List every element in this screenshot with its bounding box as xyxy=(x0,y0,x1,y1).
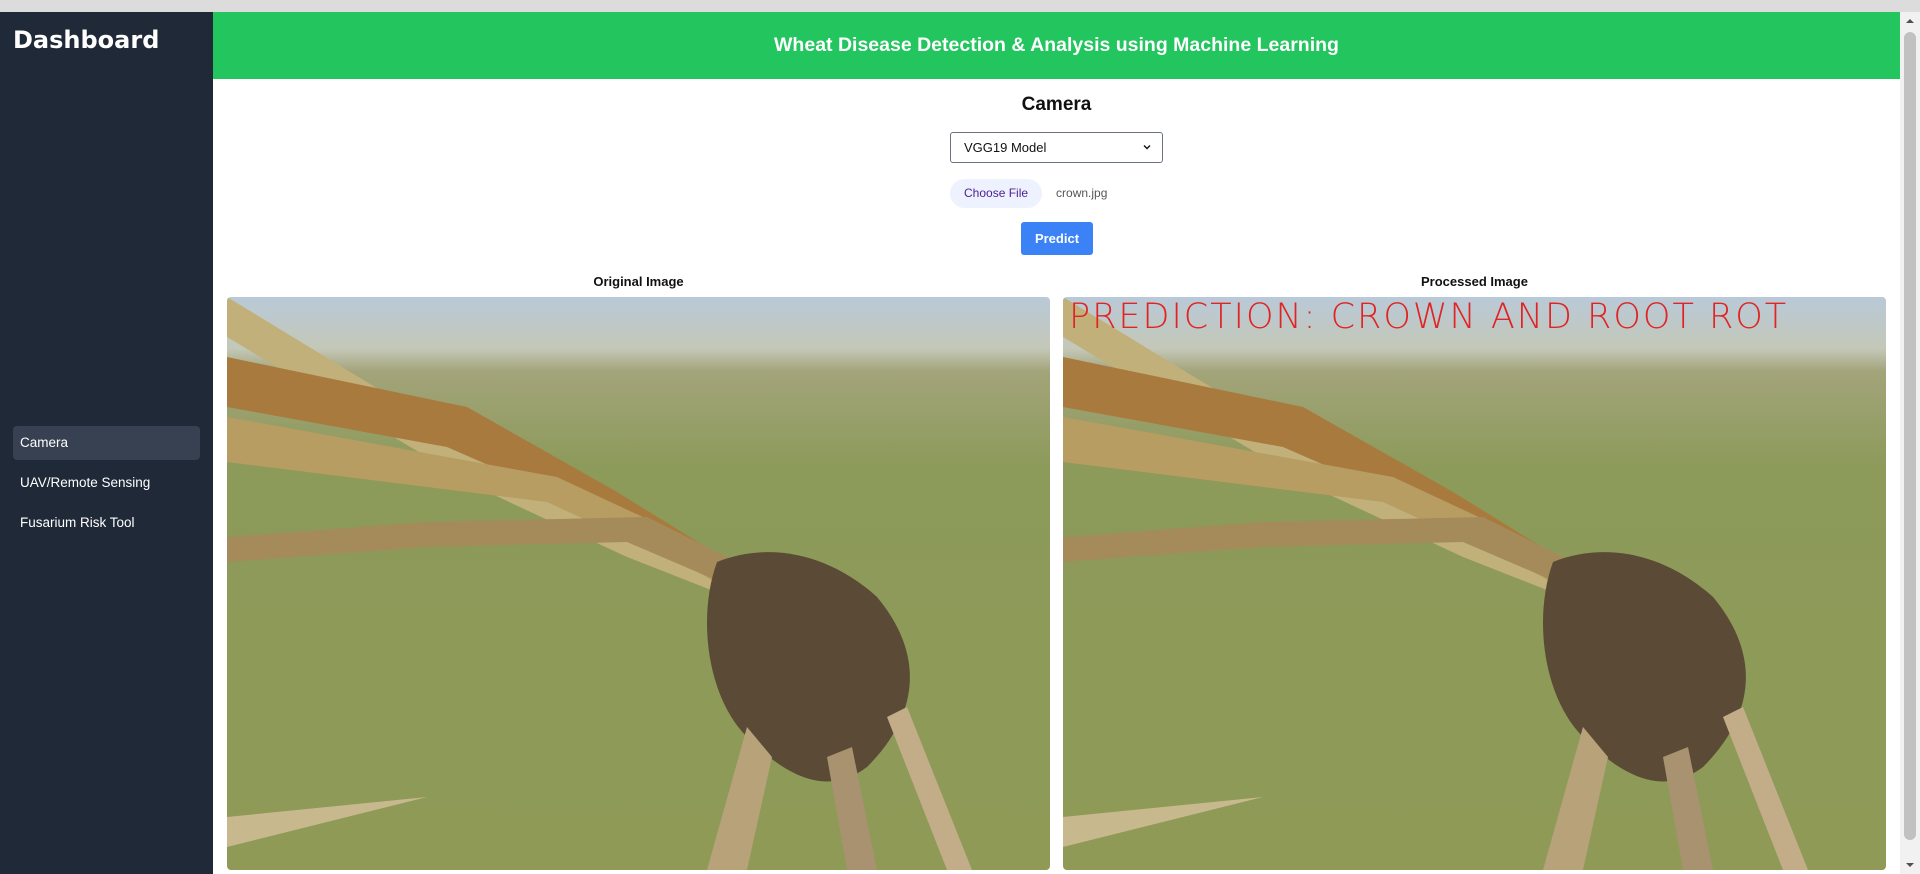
processed-image: PREDICTION: CROWN AND ROOT ROT xyxy=(1063,297,1886,870)
page-title: Camera xyxy=(1021,94,1092,115)
scroll-down-arrow-icon[interactable] xyxy=(1905,860,1915,870)
wheat-crown-photo-processed xyxy=(1063,297,1886,870)
predict-button[interactable]: Predict xyxy=(1021,222,1093,255)
sidebar-item-fusarium-risk-tool[interactable]: Fusarium Risk Tool xyxy=(13,506,200,540)
sidebar: Dashboard Camera UAV/Remote Sensing Fusa… xyxy=(0,12,213,874)
brand-title: Dashboard xyxy=(13,26,160,54)
prediction-overlay-text: PREDICTION: CROWN AND ROOT ROT xyxy=(1069,297,1789,337)
chevron-down-icon xyxy=(1143,145,1151,150)
wheat-crown-photo xyxy=(227,297,1050,870)
choose-file-button[interactable]: Choose File xyxy=(950,178,1043,208)
scrollbar-thumb[interactable] xyxy=(1904,32,1916,840)
scroll-up-arrow-icon[interactable] xyxy=(1905,16,1915,26)
browser-top-strip xyxy=(0,0,1920,12)
sidebar-item-camera[interactable]: Camera xyxy=(13,426,200,460)
main-content: Wheat Disease Detection & Analysis using… xyxy=(213,12,1900,874)
selected-file-name: crown.jpg xyxy=(1056,186,1108,200)
sidebar-item-uav-remote-sensing[interactable]: UAV/Remote Sensing xyxy=(13,466,200,500)
model-select-value: VGG19 Model xyxy=(964,140,1047,155)
original-image xyxy=(227,297,1050,870)
file-input: Choose File crown.jpg xyxy=(950,178,1107,208)
model-select[interactable]: VGG19 Model xyxy=(950,132,1163,163)
vertical-scrollbar[interactable] xyxy=(1900,12,1920,874)
sidebar-nav: Camera UAV/Remote Sensing Fusarium Risk … xyxy=(13,426,200,546)
app-title: Wheat Disease Detection & Analysis using… xyxy=(774,34,1339,56)
processed-image-label: Processed Image xyxy=(1421,274,1528,289)
app-header: Wheat Disease Detection & Analysis using… xyxy=(213,12,1900,79)
original-image-label: Original Image xyxy=(593,274,684,289)
